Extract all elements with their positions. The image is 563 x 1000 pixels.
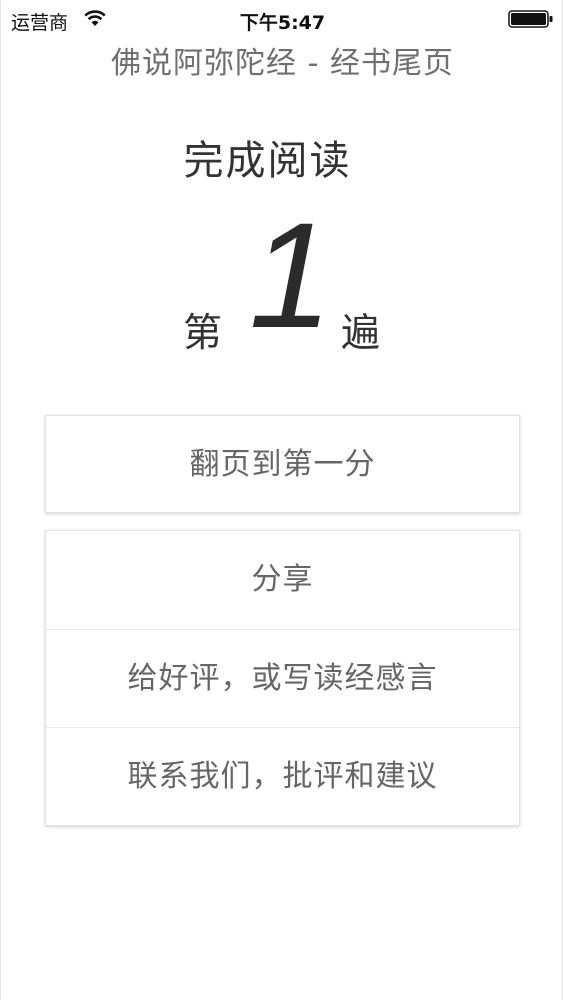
battery-icon <box>508 10 554 28</box>
go-to-first-page-button[interactable]: 翻页到第一分 <box>46 416 519 514</box>
share-button[interactable]: 分享 <box>46 531 519 629</box>
read-count: 第 1 遍 <box>1 200 563 360</box>
review-button[interactable]: 给好评，或写读经感言 <box>46 629 519 727</box>
status-time: 下午5:47 <box>239 12 326 34</box>
screen: 运营商 下午5:47 佛说阿弥陀经 - 经书尾页 完成阅读 第 1 遍 翻页到第… <box>0 0 563 1000</box>
page-title: 佛说阿弥陀经 - 经书尾页 <box>111 46 454 81</box>
count-suffix: 遍 <box>341 311 381 356</box>
status-bar: 运营商 下午5:47 <box>1 0 563 38</box>
completion-label: 完成阅读 <box>183 138 352 184</box>
first-page-card: 翻页到第一分 <box>45 415 520 513</box>
contact-button[interactable]: 联系我们，批评和建议 <box>46 727 519 825</box>
count-prefix: 第 <box>183 311 223 356</box>
count-number: 1 <box>249 191 333 359</box>
actions-card: 分享 给好评，或写读经感言 联系我们，批评和建议 <box>45 530 520 826</box>
